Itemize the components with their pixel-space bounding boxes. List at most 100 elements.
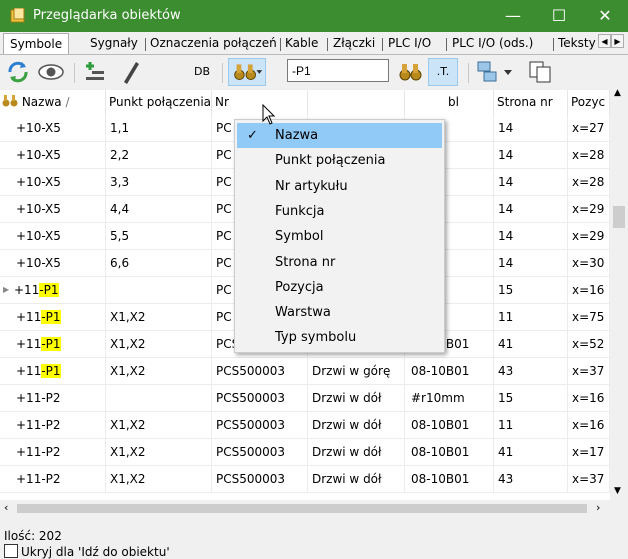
- tab-scroll-right-icon[interactable]: ▶: [611, 34, 624, 48]
- table-row[interactable]: +11-P2 PCS500003 Drzwi w dół #r10mm 15 x=16: [0, 385, 610, 412]
- cell-name: +10-X5: [16, 229, 61, 243]
- add-list-icon[interactable]: [82, 58, 108, 86]
- scroll-thumb[interactable]: [613, 206, 625, 228]
- tab-oznaczenia-polaczen[interactable]: Oznaczenia połączeń: [150, 35, 277, 52]
- tab-separator: [280, 38, 281, 51]
- table-cell: x=28: [568, 169, 610, 195]
- menu-item[interactable]: Typ symbolu: [237, 325, 442, 350]
- close-button[interactable]: ✕: [582, 0, 628, 32]
- column-header-punkt[interactable]: Punkt połączenia: [106, 90, 212, 115]
- table-cell: x=17: [568, 439, 610, 465]
- tab-scroll-arrows: ◀ ▶: [598, 34, 626, 50]
- table-cell: PCS500003: [212, 385, 308, 411]
- network-icon[interactable]: [474, 58, 516, 86]
- column-header-nazwa[interactable]: Nazwa /: [0, 90, 106, 115]
- menu-item[interactable]: Warstwa: [237, 300, 442, 325]
- table-cell: x=16: [568, 277, 610, 303]
- table-cell: x=37: [568, 466, 610, 492]
- cell-name: +11-P2: [16, 418, 61, 432]
- search-highlight: -P1: [41, 364, 61, 378]
- table-cell: 4,4: [106, 196, 212, 222]
- scroll-down-icon[interactable]: ▼: [614, 486, 621, 496]
- tab-zlaczki[interactable]: Złączki: [333, 35, 375, 52]
- refresh-icon[interactable]: [4, 58, 32, 86]
- tab-separator: [446, 38, 447, 51]
- cell-name: +11-P2: [16, 472, 61, 486]
- menu-item[interactable]: Nr artykułu: [237, 174, 442, 199]
- table-cell: 15: [494, 385, 568, 411]
- cell-name: +10-X5: [16, 121, 61, 135]
- table-cell: 14: [494, 223, 568, 249]
- search-input[interactable]: [287, 59, 389, 82]
- vertical-scrollbar[interactable]: ▲ ▼: [610, 88, 628, 500]
- menu-item-label: Punkt połączenia: [275, 153, 386, 169]
- binoculars-filter-icon[interactable]: [228, 58, 266, 86]
- table-cell: x=27: [568, 115, 610, 141]
- hide-for-goto-checkbox[interactable]: Ukryj dla 'Idź do obiektu': [4, 544, 170, 559]
- table-cell: +10-X5: [0, 169, 106, 195]
- table-row[interactable]: +11-P2 X1,X2 PCS500003 Drzwi w dół 08-10B01 4…: [0, 466, 610, 493]
- tab-teksty[interactable]: Teksty: [558, 35, 596, 52]
- eye-icon[interactable]: [36, 58, 66, 86]
- tab-scroll-left-icon[interactable]: ◀: [598, 34, 611, 48]
- scroll-left-icon[interactable]: ‹: [4, 501, 8, 514]
- tab-kable[interactable]: Kable: [285, 35, 318, 52]
- table-row[interactable]: +11-P2 X1,X2 PCS500003 Drzwi w dół 08-10B01 1…: [0, 412, 610, 439]
- column-header-nr[interactable]: Nr: [212, 90, 308, 115]
- scroll-right-icon[interactable]: ›: [596, 501, 600, 514]
- tab-plc-io[interactable]: PLC I/O: [388, 35, 431, 52]
- menu-item[interactable]: Strona nr: [237, 250, 442, 275]
- toolbar-separator: [468, 63, 469, 83]
- whole-word-toggle[interactable]: .T.: [428, 58, 458, 86]
- table-cell: x=16: [568, 385, 610, 411]
- maximize-button[interactable]: ☐: [536, 0, 582, 32]
- table-cell: PCS500003: [212, 358, 308, 384]
- table-cell: x=29: [568, 196, 610, 222]
- binoculars-icon: [2, 95, 18, 107]
- column-header-pozycja[interactable]: Pozyc: [568, 90, 610, 115]
- table-cell: PCS500003: [212, 466, 308, 492]
- menu-item[interactable]: Punkt połączenia: [237, 148, 442, 173]
- tab-symbole[interactable]: Symbole: [3, 33, 70, 54]
- menu-item[interactable]: Funkcja: [237, 199, 442, 224]
- search-highlight: -P1: [39, 283, 59, 297]
- scroll-up-icon[interactable]: ▲: [614, 88, 621, 98]
- table-row[interactable]: +11-P1X1,X2PCS500003Drzwi w górę08-10B01…: [0, 358, 610, 385]
- menu-item[interactable]: Symbol: [237, 224, 442, 249]
- column-header-symbol[interactable]: bl: [405, 90, 494, 115]
- table-cell: 5,5: [106, 223, 212, 249]
- column-header-funkcja[interactable]: [308, 90, 405, 115]
- h-scroll-thumb[interactable]: [17, 504, 587, 513]
- binoculars-search-icon[interactable]: [396, 58, 424, 86]
- horizontal-scrollbar[interactable]: ‹ ›: [0, 500, 610, 517]
- table-cell: X1,X2: [106, 439, 212, 465]
- copy-pages-icon[interactable]: [526, 58, 556, 86]
- menu-item[interactable]: Pozycja: [237, 275, 442, 300]
- table-cell: 08-10B01: [405, 358, 494, 384]
- db-button[interactable]: DB: [190, 58, 214, 86]
- edit-pencil-icon[interactable]: [118, 58, 144, 86]
- tab-plc-io-ods[interactable]: PLC I/O (ods.): [452, 35, 533, 52]
- cell-name: +11: [14, 283, 40, 297]
- menu-item[interactable]: ✓ Nazwa: [237, 123, 442, 148]
- tab-sygnaly[interactable]: Sygnały: [90, 35, 138, 52]
- column-header-label: Nazwa: [21, 95, 62, 109]
- table-cell: x=37: [568, 358, 610, 384]
- table-cell: +11-P1: [0, 331, 106, 357]
- table-cell: X1,X2: [106, 304, 212, 330]
- title-bar: Przeglądarka obiektów — ☐ ✕: [0, 0, 628, 32]
- tab-separator: [327, 38, 328, 51]
- table-row[interactable]: +11-P2 X1,X2 PCS500003 Drzwi w dół 08-10B01 4…: [0, 439, 610, 466]
- toolbar-separator: [74, 63, 75, 83]
- cell-name: +11: [16, 337, 42, 351]
- cell-name: +10-X5: [16, 148, 61, 162]
- column-header-strona[interactable]: Strona nr: [494, 90, 568, 115]
- table-cell: x=30: [568, 250, 610, 276]
- table-cell: 2,2: [106, 142, 212, 168]
- minimize-button[interactable]: —: [490, 0, 536, 32]
- search-highlight: -P1: [41, 310, 61, 324]
- search-highlight: -P1: [41, 337, 61, 351]
- checkbox-box[interactable]: [4, 544, 18, 558]
- table-cell: 3,3: [106, 169, 212, 195]
- table-cell: +11-P2: [0, 385, 106, 411]
